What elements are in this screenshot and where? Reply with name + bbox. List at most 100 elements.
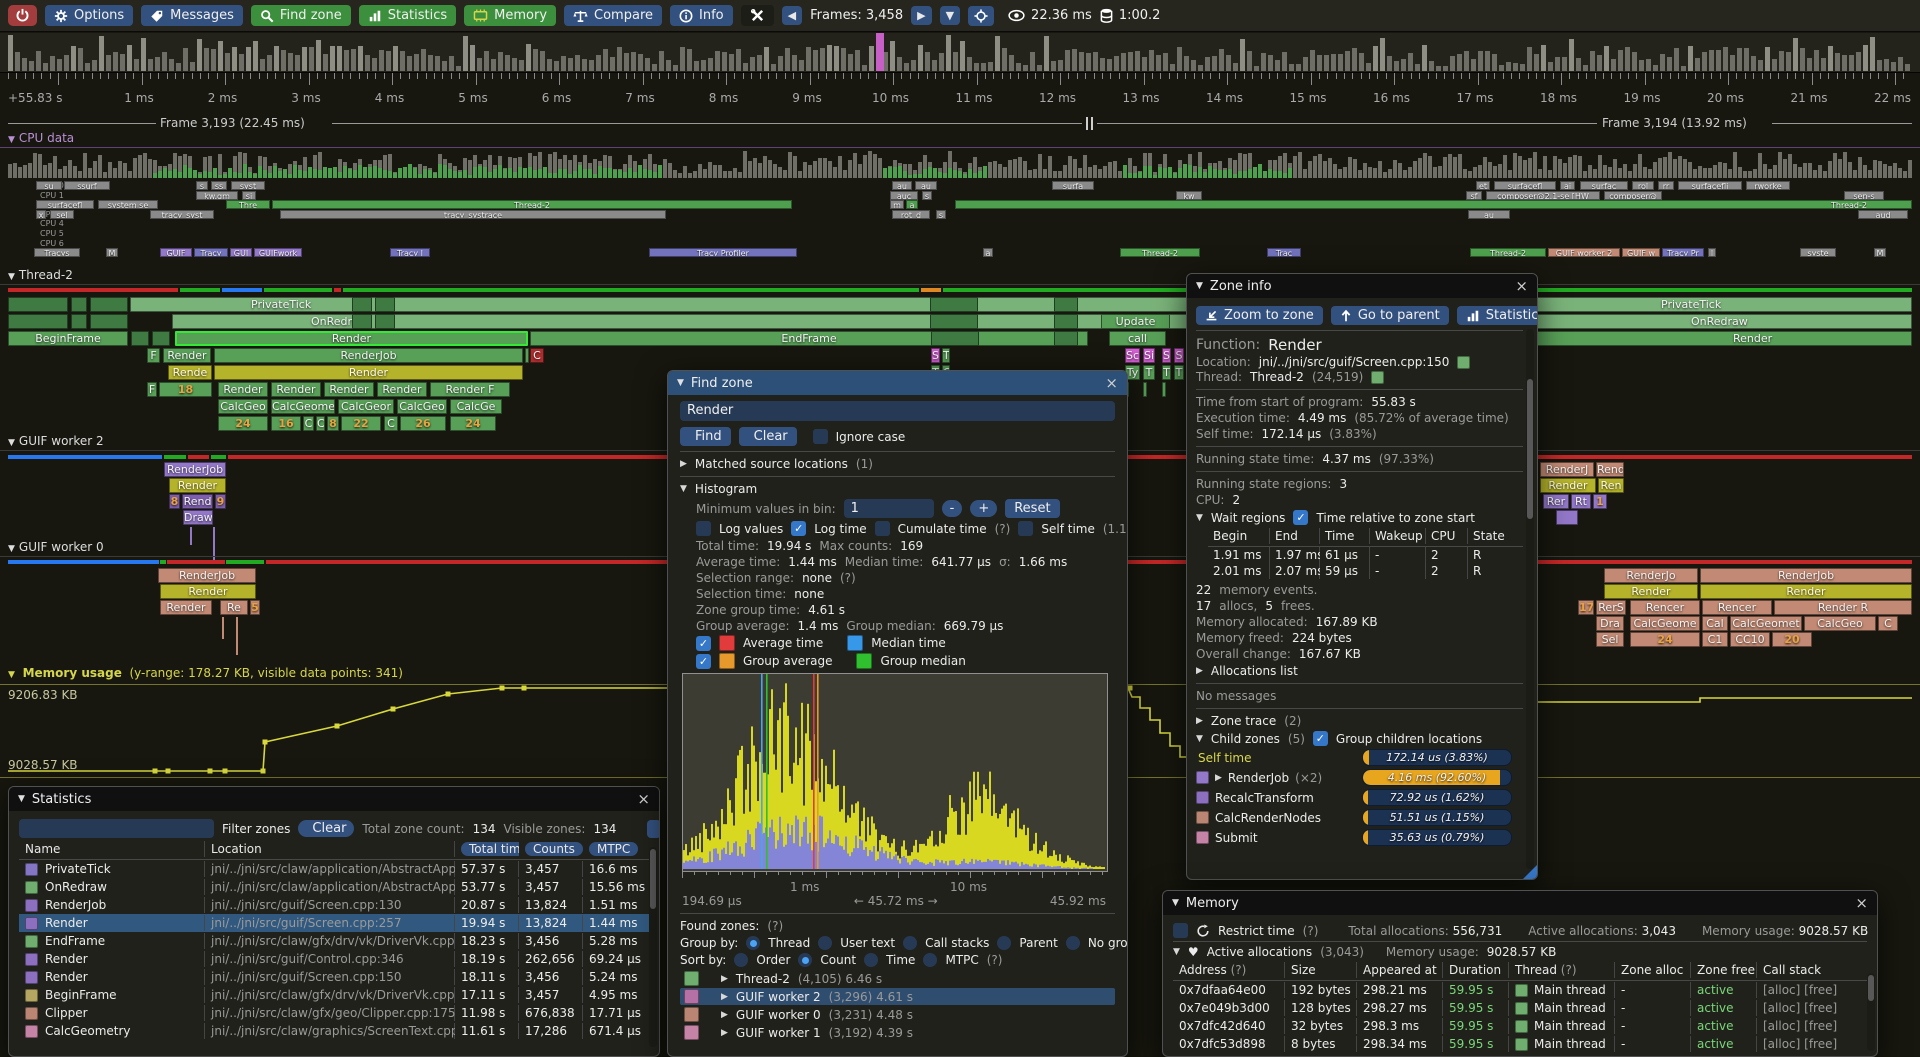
timeline-zone[interactable] [131,331,149,346]
statistics-close-button[interactable]: × [637,792,650,807]
timeline-zone[interactable]: 26 [400,416,446,431]
timeline-zone[interactable]: S [1162,348,1171,363]
bin-reset-button[interactable]: Reset [1005,499,1059,518]
cpu-zone[interactable]: aud [1858,210,1908,219]
timeline-zone[interactable]: T [1174,365,1184,380]
cpu-zone[interactable]: Thread-2 [955,200,1912,209]
goto-frame-button[interactable] [968,6,994,26]
cpu-zone[interactable]: sel [50,210,74,219]
timeline-zone[interactable]: RenderJo [1604,568,1698,583]
memory-data-point[interactable] [263,740,268,745]
cpu-zone[interactable]: GUIF [160,248,192,257]
sort-by-mtpc[interactable] [923,953,937,967]
timeline-zone[interactable]: EndFrame [530,331,1088,346]
zoom-to-zone-button[interactable]: Zoom to zone [1196,306,1323,325]
timeline-zone[interactable]: Render [218,382,268,397]
timeline-zone[interactable]: RenderJob [1700,568,1912,583]
memory-data-point[interactable] [522,686,527,691]
timeline-zone[interactable] [525,348,529,363]
thread-header[interactable]: ▼GUIF worker 0 [8,540,104,554]
timeline-zone[interactable] [71,314,87,329]
timeline-zone[interactable]: Render [324,382,374,397]
statistics-row[interactable]: RenderJobjni/../jni/src/guif/Screen.cpp:… [19,896,649,914]
statistics-row[interactable]: BeginFramejni/../jni/src/claw/gfx/drv/vk… [19,986,649,1004]
timeline-zone[interactable]: C [1878,616,1898,631]
info-button[interactable]: Info [670,5,733,26]
find-zone-button[interactable]: Find zone [251,5,351,26]
timeline-zone[interactable]: RenderJ [1540,462,1594,477]
timeline-zone[interactable]: CalcGeome [1630,616,1700,631]
timeline-zone[interactable]: Render [377,382,427,397]
timeline-zone[interactable]: Dra [1596,616,1624,631]
min-bin-input[interactable]: 1 [844,499,934,518]
timeline-zone[interactable]: Render [1700,584,1912,599]
timeline-zone[interactable]: C1 [1702,632,1728,647]
timeline-zone[interactable]: Ren [1598,478,1624,493]
prev-frame-button[interactable]: ◀ [782,6,802,25]
cpu-zone[interactable]: M [106,248,118,257]
zone-info-scrollbar[interactable] [1526,329,1534,869]
options-button[interactable]: Options [45,5,133,26]
memory-data-point[interactable] [261,769,266,774]
timeline-zone[interactable] [375,297,395,312]
cpu-zone[interactable]: surfacefl [1494,181,1556,190]
legend-checkbox[interactable]: ✓ [696,636,711,651]
timeline-zone[interactable]: Render F [430,382,510,397]
stats-col-mtpc[interactable]: MTPC [583,841,653,857]
child-zone-row[interactable]: Submit35.63 us (0.79%) [1196,829,1523,846]
group-children-checkbox[interactable]: ✓ [1313,731,1328,746]
cpu-zone[interactable]: Thread-2 [272,200,792,209]
sort-by-time[interactable] [864,953,878,967]
timeline-zone[interactable]: call [1109,331,1166,346]
timeline-zone[interactable]: CalcGeor [338,399,394,414]
zone-info-titlebar[interactable]: ▼Zone info × [1187,274,1537,298]
cpu-zone[interactable]: x [36,210,46,219]
filter-zones-input[interactable] [19,819,214,838]
memory-data-point[interactable] [153,769,158,774]
bin-minus-button[interactable]: - [942,500,963,517]
cpu-zone[interactable]: Tracy Profiler [649,248,797,257]
memory-scrollbar[interactable] [1867,973,1875,1051]
frame-overview[interactable] [0,33,1920,73]
timeline-zone[interactable] [8,314,68,329]
next-frame-button[interactable]: ▶ [911,6,931,25]
child-zone-row[interactable]: ▶RenderJob(×2)4.16 ms (92.60%) [1196,769,1523,786]
cumulate-time-checkbox[interactable] [875,521,890,536]
timeline-zone[interactable]: 1 [1593,494,1607,509]
timeline-zone[interactable]: F [147,348,160,363]
timeline-zone[interactable] [930,297,978,312]
self-time-checkbox[interactable] [1018,521,1033,536]
timeline-zone[interactable]: 5 [250,600,260,615]
memory-data-point[interactable] [166,769,171,774]
timeline-zone[interactable]: C [316,416,325,431]
timeline-zone[interactable] [1143,382,1147,397]
cpu-zone[interactable]: composer@ [1604,191,1662,200]
timeline-zone[interactable]: 8 [327,416,339,431]
thread-color-swatch[interactable] [1371,371,1384,384]
statistics-button[interactable]: Statistics [359,5,456,26]
cpu-zone[interactable]: syst [231,181,265,190]
cpu-zone[interactable]: syste [1800,248,1836,257]
memory-button[interactable]: Memory [464,5,556,26]
cpu-zone[interactable]: rr [1658,181,1674,190]
memory-usage-header[interactable]: ▼ Memory usage (y-range: 178.27 KB, visi… [8,666,403,680]
find-zone-histogram[interactable] [682,673,1108,872]
find-zone-search-input[interactable]: Render [680,401,1115,421]
statistics-row[interactable]: PrivateTickjni/../jni/src/claw/applicati… [19,860,649,878]
statistics-button[interactable]: Statistics [1457,306,1538,325]
timeline-zone[interactable]: Render [163,348,211,363]
cpu-zone[interactable]: s [196,181,208,190]
cpu-zone[interactable]: surfacefl [36,200,94,209]
timeline-zone[interactable] [1556,510,1578,525]
found-zone-group[interactable]: ▶GUIF worker 1(3,192) 4.39 s [680,1024,1115,1041]
zone-collapsed-mark[interactable] [236,617,238,655]
timeline-zone[interactable]: T [1162,365,1171,380]
zone-collapsed-mark[interactable] [222,617,224,639]
timeline-zone[interactable] [352,297,372,312]
cpu-zone[interactable]: au [1468,210,1510,219]
cpu-zone[interactable]: Thread-2 [1120,248,1200,257]
timeline-zone[interactable]: 24 [450,416,496,431]
statistics-row[interactable]: Renderjni/../jni/src/guif/Control.cpp:34… [19,950,649,968]
timeline-zone[interactable]: Rer [1543,494,1569,509]
timeline-zone[interactable]: Rende [168,365,212,380]
